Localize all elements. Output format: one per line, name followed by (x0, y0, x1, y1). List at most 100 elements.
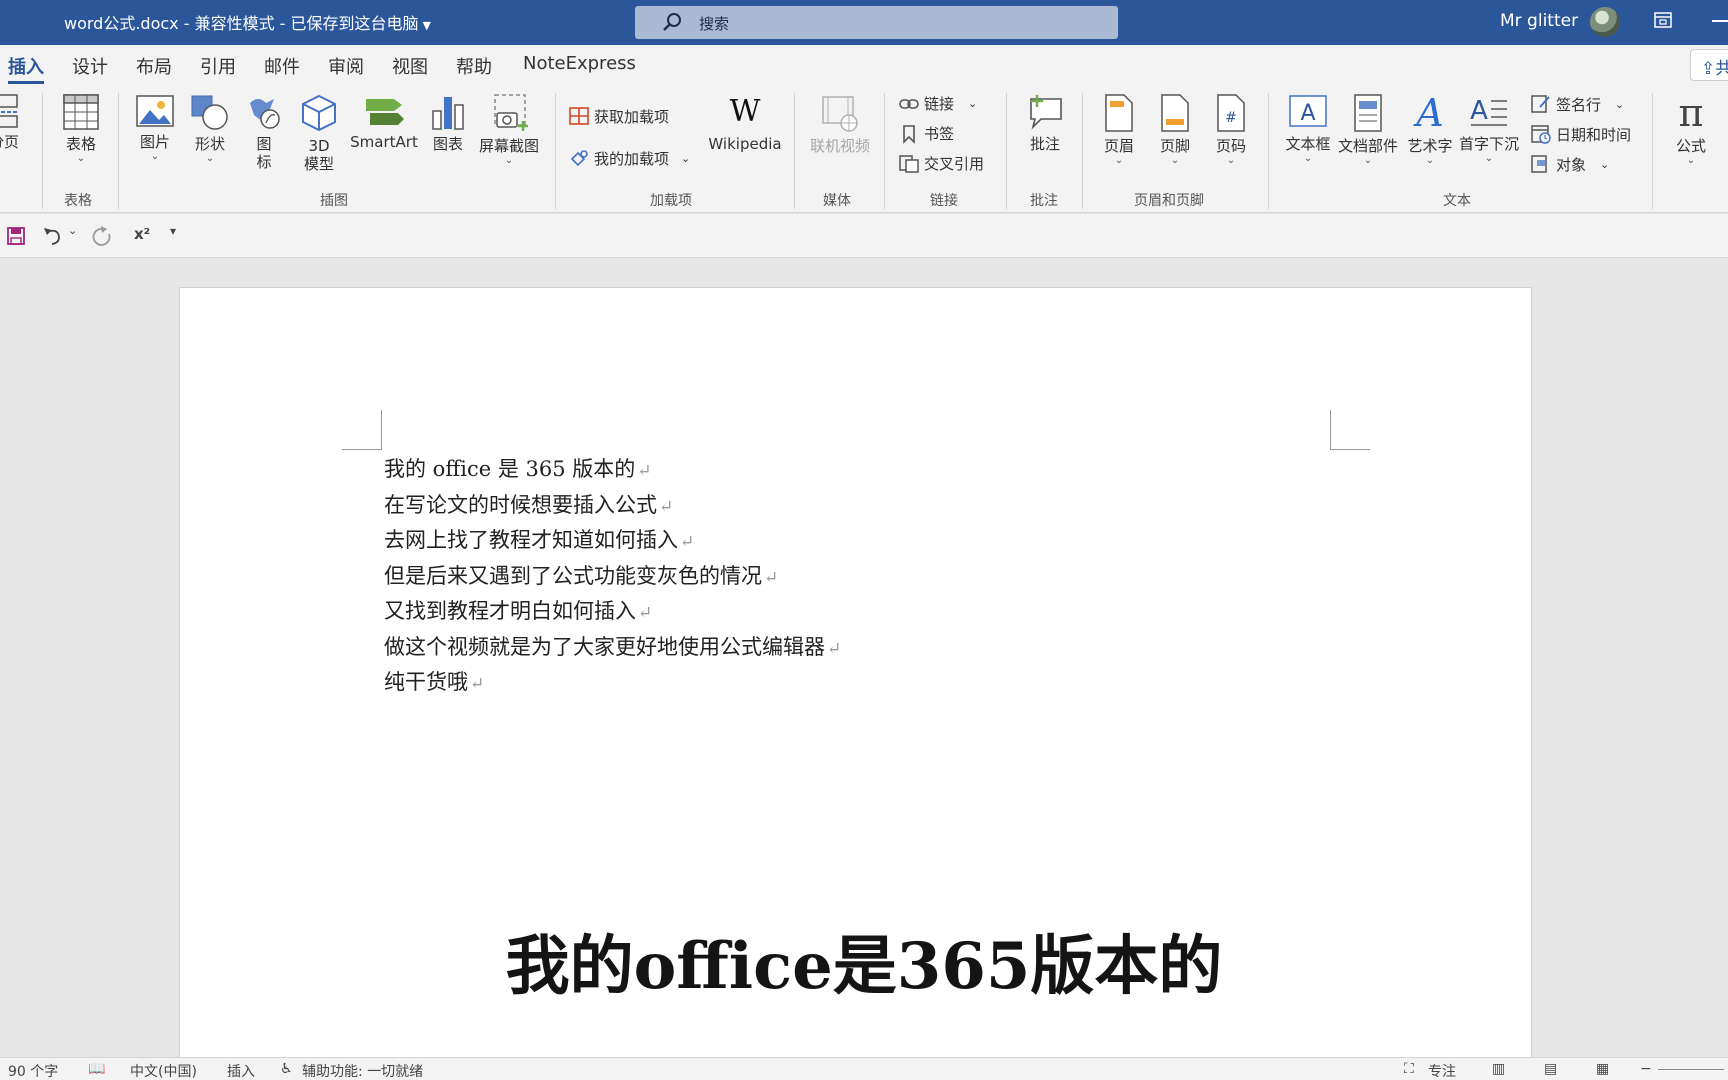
footer-label: 页脚 (1159, 137, 1190, 155)
link-button[interactable]: 链接 ⌄ (898, 93, 977, 114)
redo-icon[interactable] (92, 226, 114, 248)
search-input[interactable]: 搜索 (635, 6, 1118, 39)
chevron-down-icon: ⌄ (968, 97, 978, 110)
bookmark-label: 书签 (924, 125, 955, 143)
quick-parts-button[interactable]: 文档部件 ⌄ (1336, 93, 1400, 167)
insert-mode-indicator[interactable]: 插入 (227, 1061, 255, 1080)
tab-references[interactable]: 引用 (200, 53, 236, 79)
bookmark-icon (903, 124, 915, 144)
ribbon-display-options-icon[interactable] (1654, 12, 1672, 28)
video-caption: 我的office是365版本的 (505, 929, 1223, 1004)
object-label: 对象 (1556, 155, 1587, 174)
get-addins-button[interactable]: 获取加载项 (568, 105, 669, 127)
object-button[interactable]: 对象 ⌄ (1530, 153, 1609, 175)
screenshot-button[interactable]: 屏幕截图 ⌄ (474, 93, 544, 167)
group-separator (118, 93, 119, 209)
document-title[interactable]: word公式.docx - 兼容性模式 - 已保存到这台电脑 ▼ (64, 10, 431, 34)
minimize-icon[interactable] (1712, 20, 1728, 22)
chevron-down-icon: ⌄ (1114, 155, 1124, 166)
smartart-button[interactable]: SmartArt (346, 93, 422, 151)
group-separator (42, 93, 43, 209)
3d-models-button[interactable]: 3D 模型 (296, 93, 342, 173)
proofing-icon[interactable]: 📖 (88, 1061, 105, 1077)
tab-view[interactable]: 视图 (392, 53, 428, 79)
web-layout-icon[interactable]: ▦ (1596, 1061, 1609, 1077)
online-video-button[interactable]: 联机视频 (804, 93, 876, 155)
save-icon[interactable] (6, 226, 26, 246)
language-indicator[interactable]: 中文(中国) (130, 1061, 197, 1080)
signature-line-button[interactable]: 签名行 ⌄ (1530, 93, 1624, 115)
group-label-comments: 批注 (1030, 193, 1058, 209)
paragraph-text: 去网上找了教程才知道如何插入 (384, 528, 678, 552)
drop-cap-label: 首字下沉 (1458, 135, 1519, 153)
tab-mailings[interactable]: 邮件 (264, 53, 300, 79)
crop-mark-left (342, 410, 382, 450)
tab-insert[interactable]: 插入 (8, 53, 44, 79)
icons-button[interactable]: 图 标 (242, 93, 286, 171)
header-button[interactable]: 页眉 ⌄ (1096, 93, 1142, 167)
zoom-slider[interactable] (1658, 1069, 1724, 1070)
paragraph: 做这个视频就是为了大家更好地使用公式编辑器 ↵ (384, 631, 841, 667)
wikipedia-button[interactable]: W Wikipedia (702, 93, 788, 153)
textbox-button[interactable]: A 文本框 ⌄ (1280, 93, 1336, 165)
comment-label: 批注 (1029, 135, 1060, 153)
tab-help[interactable]: 帮助 (456, 53, 492, 79)
crop-mark-right (1330, 410, 1370, 450)
paragraph-text: 纯干货哦 (384, 670, 468, 694)
chevron-down-icon: ⌄ (681, 151, 691, 165)
group-label-addins: 加载项 (650, 193, 692, 209)
focus-mode-button[interactable]: 专注 (1428, 1061, 1456, 1080)
equation-button[interactable]: π 公式 ⌄ (1664, 93, 1718, 167)
chart-icon (432, 97, 464, 130)
shapes-icon (191, 95, 228, 130)
share-button[interactable]: ⇪共 (1690, 49, 1728, 81)
paragraph-mark-icon: ↵ (470, 674, 485, 694)
superscript-button[interactable]: x² (134, 225, 150, 243)
picture-button[interactable]: 图片 ⌄ (132, 93, 178, 163)
quick-parts-icon (1354, 94, 1382, 132)
date-time-button[interactable]: 日期和时间 (1530, 123, 1631, 145)
chevron-down-icon: ⌄ (1226, 155, 1236, 166)
paragraph: 纯干货哦 ↵ (384, 666, 841, 702)
date-time-label: 日期和时间 (1556, 125, 1632, 144)
wordart-button[interactable]: A 艺术字 ⌄ (1402, 93, 1458, 167)
chevron-down-icon[interactable]: ▼ (423, 19, 431, 32)
comment-button[interactable]: 批注 (1018, 93, 1072, 153)
cube-icon (302, 94, 336, 132)
document-body[interactable]: 我的 office 是 365 版本的 ↵ 在写论文的时候想要插入公式 ↵ 去网上找… (384, 453, 841, 702)
chevron-down-icon: ⌄ (1425, 155, 1435, 166)
customize-qat-icon[interactable]: ▾ (170, 224, 176, 238)
svg-text:#: # (1225, 110, 1237, 126)
paragraph-text: 在写论文的时候想要插入公式 (384, 492, 657, 517)
accessibility-status[interactable]: 辅助功能: 一切就绪 (302, 1061, 423, 1080)
avatar[interactable] (1590, 7, 1620, 37)
page-number-button[interactable]: # 页码 ⌄ (1208, 93, 1254, 167)
undo-dropdown-icon[interactable]: ⌄ (68, 224, 77, 237)
drop-cap-button[interactable]: A 首字下沉 ⌄ (1456, 93, 1522, 165)
read-mode-icon[interactable]: ▥ (1492, 1061, 1505, 1077)
chevron-down-icon: ⌄ (1600, 157, 1610, 171)
tab-design[interactable]: 设计 (72, 53, 108, 79)
equation-label: 公式 (1675, 137, 1706, 155)
tab-noteexpress[interactable]: NoteExpress (523, 53, 636, 74)
shapes-button[interactable]: 形状 ⌄ (186, 93, 234, 165)
my-addins-button[interactable]: 我的加载项 ⌄ (568, 147, 690, 169)
ribbon: 分页 表格 ⌄ 表格 图片 ⌄ 形状 ⌄ 图 标 3D 模型 SmartArt … (0, 85, 1728, 213)
chevron-down-icon: ⌄ (1484, 153, 1494, 164)
page-break-button[interactable]: 分页 (0, 93, 22, 151)
undo-icon[interactable] (42, 226, 64, 246)
word-count[interactable]: 90 个字 (8, 1061, 58, 1080)
print-layout-icon[interactable]: ▤ (1544, 1061, 1557, 1077)
tab-layout[interactable]: 布局 (136, 53, 172, 79)
table-button[interactable]: 表格 ⌄ (56, 93, 106, 165)
table-icon (63, 94, 99, 130)
footer-button[interactable]: 页脚 ⌄ (1152, 93, 1198, 167)
chart-button[interactable]: 图表 (428, 93, 468, 153)
cross-reference-button[interactable]: 交叉引用 (898, 153, 984, 174)
tab-review[interactable]: 审阅 (328, 53, 364, 79)
bookmark-button[interactable]: 书签 (898, 123, 954, 144)
page-number-label: 页码 (1215, 137, 1246, 155)
user-name[interactable]: Mr glitter (1500, 11, 1578, 31)
online-video-icon (822, 96, 858, 132)
zoom-out-icon[interactable]: − (1640, 1061, 1652, 1077)
